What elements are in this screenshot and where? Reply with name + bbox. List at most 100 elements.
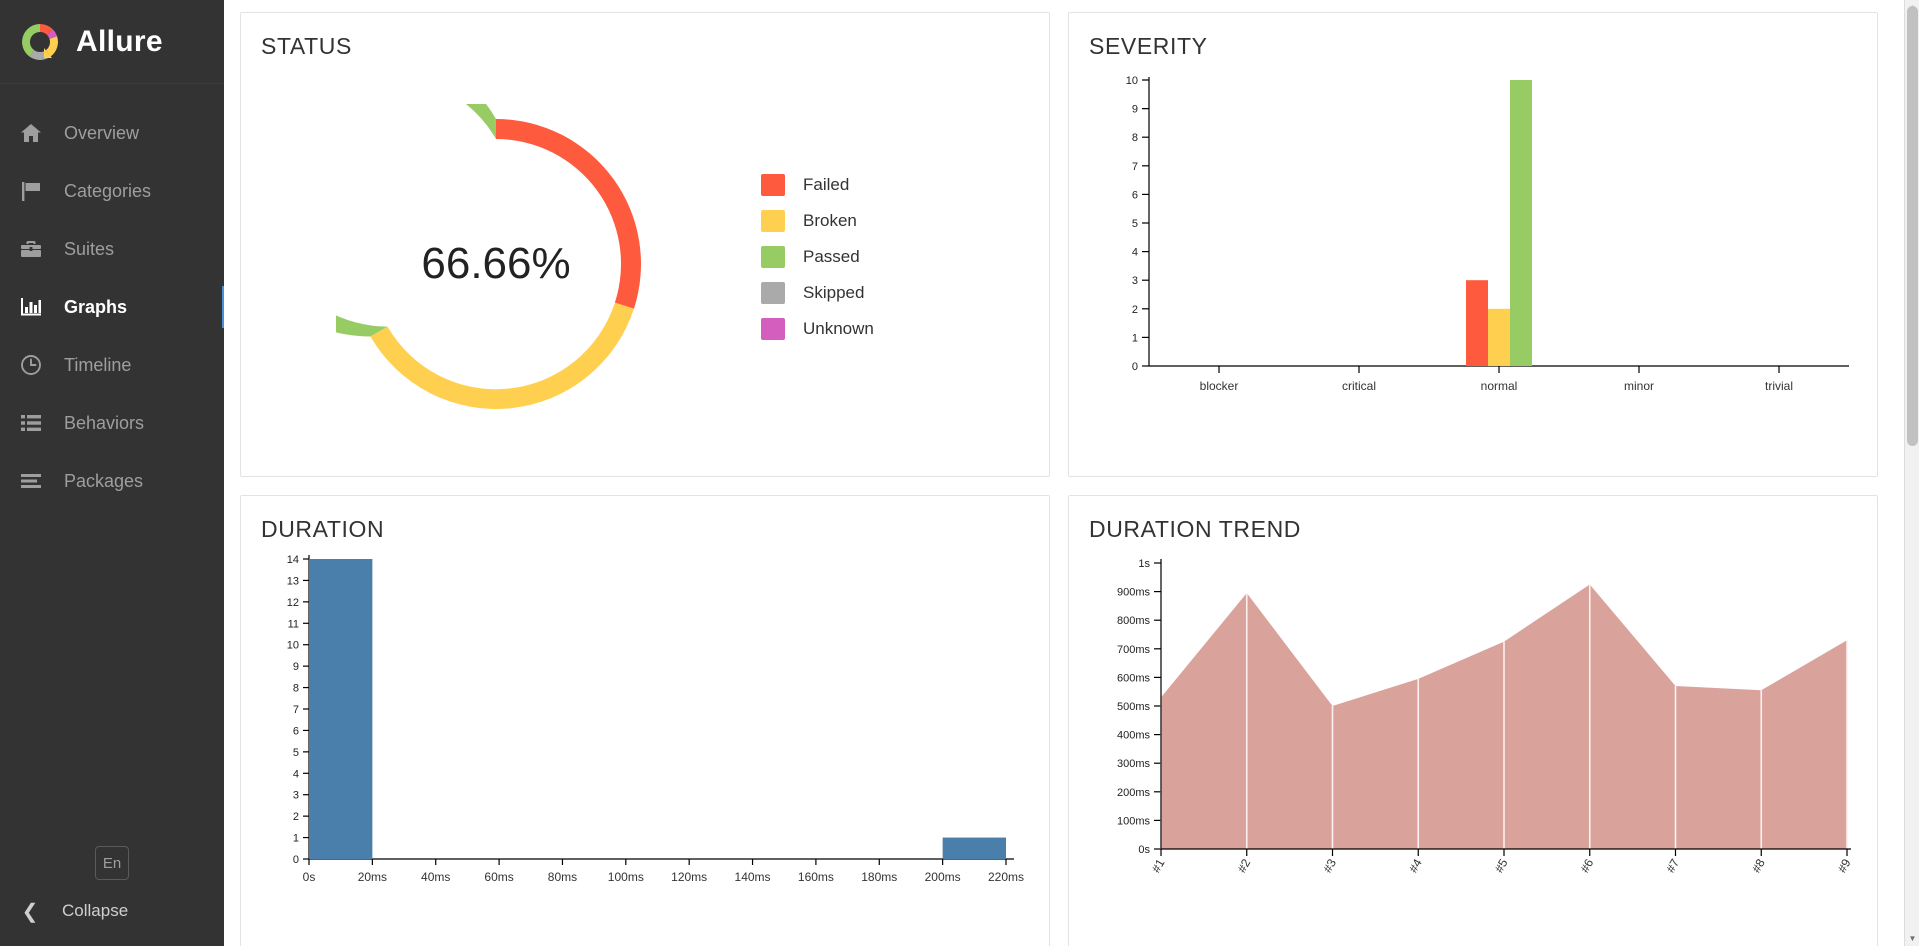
svg-text:4: 4 (293, 768, 299, 780)
collapse-button[interactable]: ❮ Collapse (0, 890, 224, 932)
svg-text:300ms: 300ms (1117, 758, 1151, 770)
duration-card: DURATION 0 1 2 3 4 5 6 7 8 9 10 11 12 13 14 0s 20ms 40ms 6… (240, 495, 1050, 946)
svg-text:1s: 1s (1138, 558, 1150, 570)
lines-icon (18, 468, 44, 494)
list-icon (18, 410, 44, 436)
sidebar-item-suites[interactable]: Suites (0, 220, 224, 278)
vertical-scrollbar[interactable]: ▲ ▼ (1904, 0, 1919, 946)
svg-text:#9: #9 (1835, 856, 1854, 875)
svg-text:7: 7 (1132, 161, 1138, 173)
svg-text:#5: #5 (1492, 856, 1511, 875)
duration-bar-chart[interactable]: 0 1 2 3 4 5 6 7 8 9 10 11 12 13 14 0s 20ms 40ms 60ms 80ms 10… (261, 549, 1029, 944)
svg-text:20ms: 20ms (358, 870, 387, 884)
sidebar-nav: Overview Categories Suites Graphs Timeli… (0, 104, 227, 510)
duration-trend-card-title: DURATION TREND (1089, 516, 1301, 542)
svg-text:trivial: trivial (1765, 379, 1793, 393)
sidebar-item-label: Behaviors (64, 412, 145, 433)
svg-text:13: 13 (287, 575, 299, 587)
scrollbar-thumb[interactable] (1907, 6, 1918, 446)
svg-text:#7: #7 (1663, 856, 1682, 875)
legend-swatch-skipped (761, 281, 785, 304)
svg-text:blocker: blocker (1200, 379, 1239, 393)
sidebar-item-label: Packages (64, 470, 144, 491)
severity-bar-chart[interactable]: 0 1 2 3 4 5 6 7 8 9 10 blocker critical normal minor tr… (1089, 66, 1857, 461)
legend-swatch-failed (761, 173, 785, 196)
language-button[interactable]: En (95, 846, 129, 880)
sidebar-item-label: Overview (64, 122, 140, 143)
svg-text:120ms: 120ms (671, 870, 707, 884)
sidebar-footer: En ❮ Collapse (0, 846, 224, 946)
sidebar-item-categories[interactable]: Categories (0, 162, 224, 220)
clock-icon (18, 352, 44, 378)
home-icon (18, 120, 44, 146)
svg-text:80ms: 80ms (548, 870, 577, 884)
svg-text:1: 1 (1132, 332, 1138, 344)
sidebar-item-label: Graphs (64, 296, 128, 317)
sidebar-item-graphs[interactable]: Graphs (0, 278, 227, 336)
legend-swatch-passed (761, 245, 785, 268)
svg-text:600ms: 600ms (1117, 672, 1151, 684)
svg-text:800ms: 800ms (1117, 615, 1151, 627)
svg-text:8: 8 (293, 683, 299, 695)
svg-text:7: 7 (293, 704, 299, 716)
svg-text:10: 10 (287, 640, 299, 652)
svg-text:0s: 0s (303, 870, 316, 884)
svg-text:160ms: 160ms (798, 870, 834, 884)
severity-card-title: SEVERITY (1089, 33, 1208, 59)
svg-text:200ms: 200ms (1117, 787, 1151, 799)
legend-swatch-unknown (761, 317, 785, 340)
svg-text:9: 9 (293, 661, 299, 673)
sidebar-item-behaviors[interactable]: Behaviors (0, 394, 224, 452)
graphs-grid: STATUS 66.66% Failed Broken Passed Skipp… (240, 12, 1903, 946)
sidebar-item-label: Categories (64, 180, 152, 201)
svg-text:2: 2 (1132, 304, 1138, 316)
svg-text:0: 0 (1132, 361, 1138, 373)
legend-item-unknown[interactable]: Unknown (761, 317, 874, 340)
collapse-label: Collapse (62, 901, 129, 920)
svg-text:140ms: 140ms (735, 870, 771, 884)
status-donut-chart[interactable]: 66.66% (336, 103, 656, 424)
sidebar-item-packages[interactable]: Packages (0, 452, 224, 510)
legend-swatch-broken (761, 209, 785, 232)
svg-text:1: 1 (293, 833, 299, 845)
sidebar-item-timeline[interactable]: Timeline (0, 336, 224, 394)
duration-card-body: 0 1 2 3 4 5 6 7 8 9 10 11 12 13 14 0s 20ms 40ms 60ms 80ms 10… (261, 549, 1029, 944)
legend-label: Broken (803, 210, 857, 230)
svg-text:8: 8 (1132, 132, 1138, 144)
scroll-down-arrow[interactable]: ▼ (1905, 931, 1919, 946)
svg-text:200ms: 200ms (925, 870, 961, 884)
legend-item-broken[interactable]: Broken (761, 209, 874, 232)
legend-item-skipped[interactable]: Skipped (761, 281, 874, 304)
svg-text:5: 5 (1132, 218, 1138, 230)
svg-text:100ms: 100ms (608, 870, 644, 884)
severity-card-body: 0 1 2 3 4 5 6 7 8 9 10 blocker critical normal minor tr… (1089, 66, 1857, 461)
status-legend: Failed Broken Passed Skipped Unknown (731, 173, 874, 354)
duration-trend-card-body: 0s 100ms 200ms 300ms 400ms 500ms 600ms 700ms 800… (1089, 549, 1857, 944)
svg-text:normal: normal (1481, 379, 1518, 393)
svg-text:900ms: 900ms (1117, 587, 1151, 599)
svg-text:400ms: 400ms (1117, 730, 1151, 742)
svg-text:9: 9 (1132, 104, 1138, 116)
svg-text:#1: #1 (1149, 856, 1168, 875)
briefcase-icon (18, 236, 44, 262)
duration-trend-area-chart[interactable]: 0s 100ms 200ms 300ms 400ms 500ms 600ms 700ms 800… (1089, 549, 1857, 944)
allure-report-app: Allure Overview Categories Suites Graphs… (0, 0, 1919, 946)
svg-text:minor: minor (1624, 379, 1654, 393)
svg-text:220ms: 220ms (988, 870, 1024, 884)
svg-text:40ms: 40ms (421, 870, 450, 884)
status-percent-label: 66.66% (421, 238, 571, 288)
svg-text:4: 4 (1132, 247, 1138, 259)
svg-text:180ms: 180ms (861, 870, 897, 884)
svg-text:#3: #3 (1320, 856, 1339, 875)
svg-text:11: 11 (288, 618, 299, 630)
svg-text:10: 10 (1126, 75, 1138, 87)
legend-item-passed[interactable]: Passed (761, 245, 874, 268)
brand-header[interactable]: Allure (0, 0, 224, 84)
svg-text:700ms: 700ms (1117, 644, 1151, 656)
svg-text:6: 6 (293, 725, 299, 737)
legend-label: Skipped (803, 282, 865, 302)
legend-item-failed[interactable]: Failed (761, 173, 874, 196)
svg-text:2: 2 (293, 811, 299, 823)
svg-text:#4: #4 (1406, 856, 1425, 875)
sidebar-item-overview[interactable]: Overview (0, 104, 224, 162)
